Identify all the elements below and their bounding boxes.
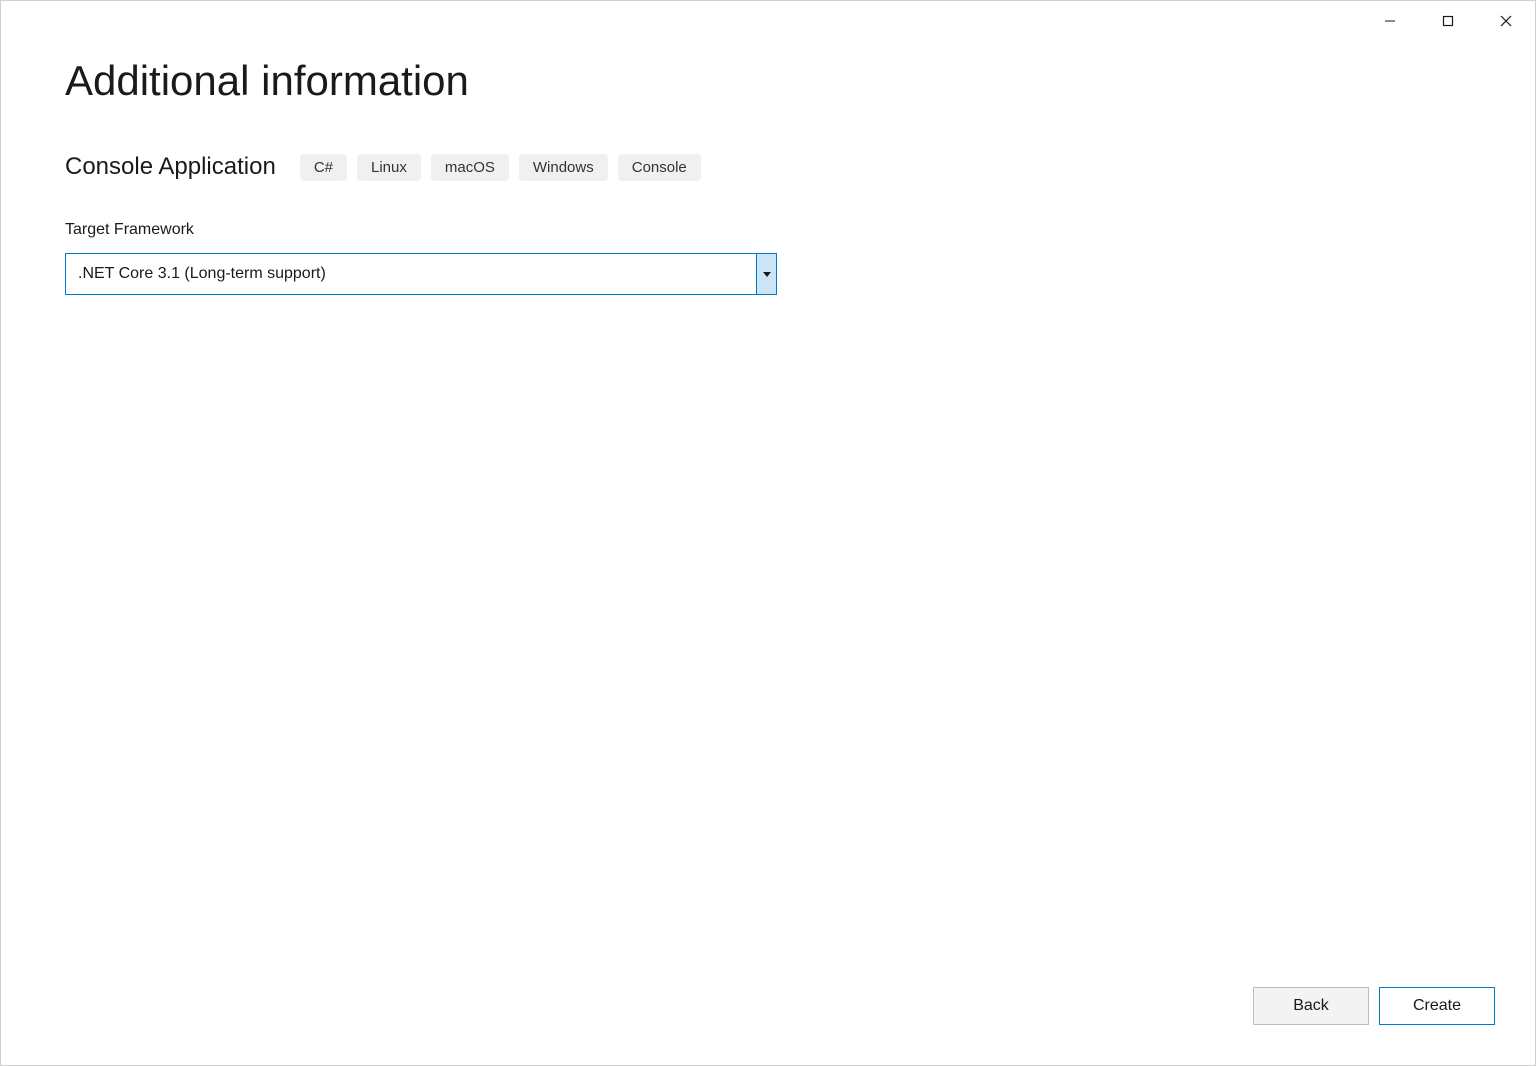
- dropdown-arrow-button[interactable]: [756, 254, 776, 294]
- minimize-button[interactable]: [1361, 1, 1419, 41]
- footer-buttons: Back Create: [1253, 987, 1495, 1025]
- tag-platform-windows: Windows: [519, 154, 608, 181]
- target-framework-selected: .NET Core 3.1 (Long-term support): [66, 254, 756, 294]
- maximize-button[interactable]: [1419, 1, 1477, 41]
- minimize-icon: [1384, 15, 1396, 27]
- target-framework-dropdown[interactable]: .NET Core 3.1 (Long-term support): [65, 253, 777, 295]
- tag-language: C#: [300, 154, 347, 181]
- tag-platform-macos: macOS: [431, 154, 509, 181]
- create-button[interactable]: Create: [1379, 987, 1495, 1025]
- tag-type-console: Console: [618, 154, 701, 181]
- window-controls: [1361, 1, 1535, 41]
- page-title: Additional information: [65, 57, 1471, 105]
- main-content: Additional information Console Applicati…: [1, 1, 1535, 295]
- back-button[interactable]: Back: [1253, 987, 1369, 1025]
- maximize-icon: [1442, 15, 1454, 27]
- project-tags: C# Linux macOS Windows Console: [300, 154, 701, 181]
- chevron-down-icon: [763, 272, 771, 277]
- close-button[interactable]: [1477, 1, 1535, 41]
- target-framework-label: Target Framework: [65, 221, 1471, 239]
- project-row: Console Application C# Linux macOS Windo…: [65, 153, 1471, 181]
- close-icon: [1500, 15, 1512, 27]
- project-template-name: Console Application: [65, 153, 276, 181]
- tag-platform-linux: Linux: [357, 154, 421, 181]
